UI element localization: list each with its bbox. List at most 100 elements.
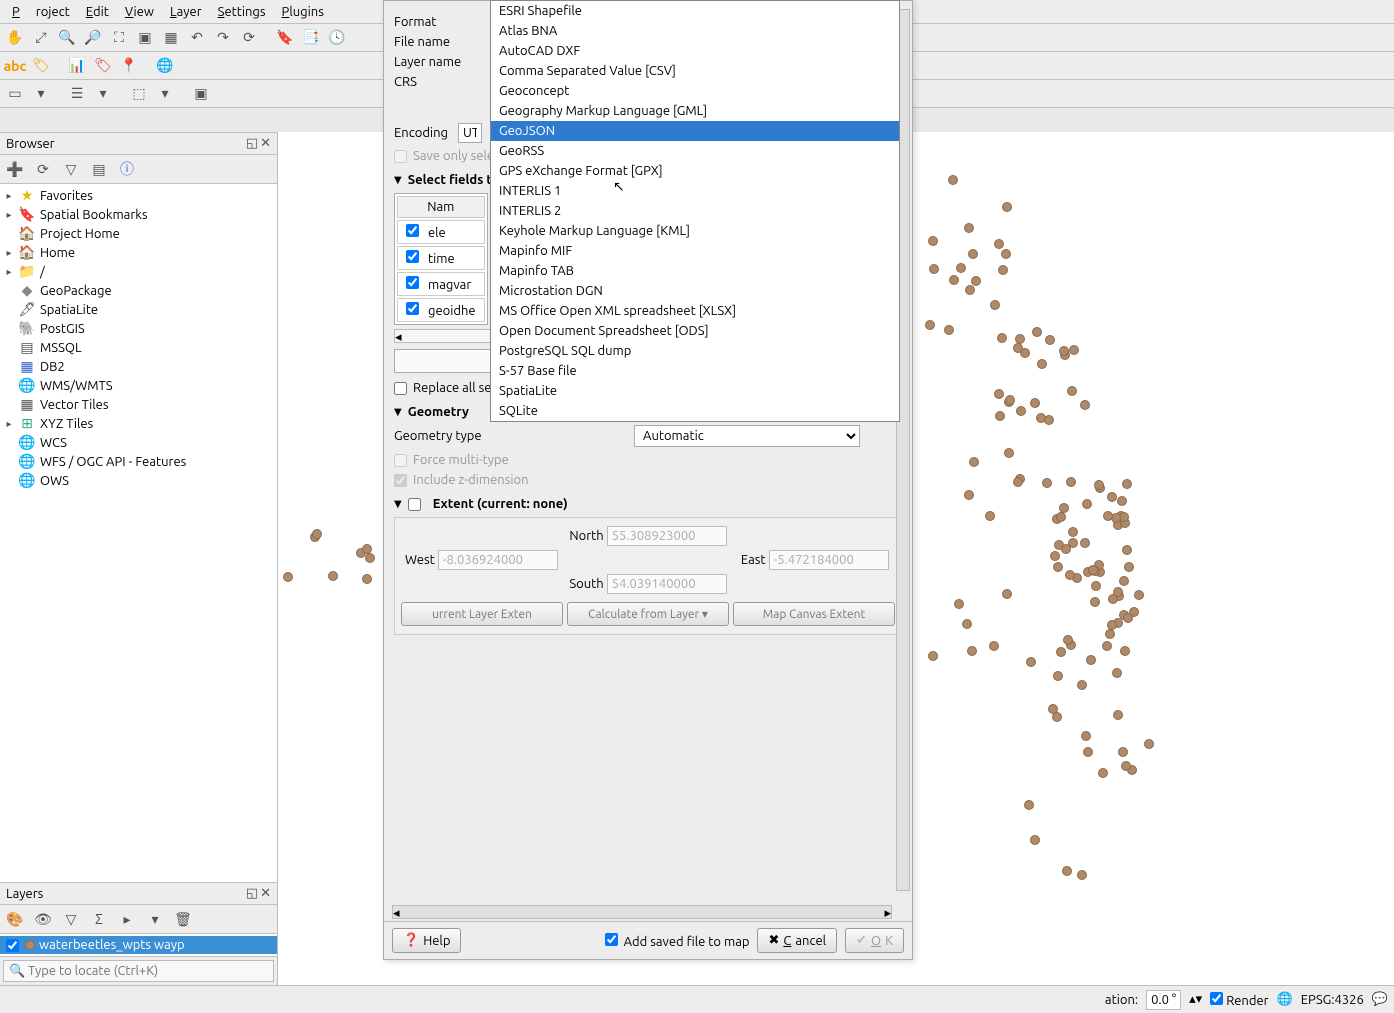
zoom-full-icon[interactable]: ⛶: [108, 27, 130, 49]
west-input[interactable]: [438, 550, 558, 570]
refresh-icon[interactable]: ⟳: [32, 158, 54, 180]
label-tool-icon[interactable]: 🏷: [30, 55, 52, 77]
select-rect-icon[interactable]: ▭: [4, 83, 26, 105]
undock-icon[interactable]: ◱: [246, 136, 258, 151]
close-icon[interactable]: ✕: [260, 136, 271, 151]
tree-item[interactable]: 🌐WMS/WMTS: [0, 376, 277, 395]
remove-layer-icon[interactable]: 🗑: [172, 908, 194, 930]
zoom-out-icon[interactable]: 🔎: [82, 27, 104, 49]
tree-item[interactable]: 🏠Project Home: [0, 224, 277, 243]
current-layer-extent-button[interactable]: urrent Layer Exten: [401, 602, 563, 626]
encoding-input[interactable]: [458, 123, 482, 143]
tree-item[interactable]: ▸★Favorites: [0, 186, 277, 205]
browser-tree[interactable]: ▸★Favorites▸🔖Spatial Bookmarks🏠Project H…: [0, 184, 277, 882]
dropdown-option[interactable]: Open Document Spreadsheet [ODS]: [491, 321, 899, 341]
filter-legend-icon[interactable]: ▽: [60, 908, 82, 930]
chevron-down-icon[interactable]: ▾: [154, 83, 176, 105]
dropdown-option[interactable]: Keyhole Markup Language [KML]: [491, 221, 899, 241]
dropdown-option[interactable]: AutoCAD DXF: [491, 41, 899, 61]
render-label[interactable]: Render: [1210, 992, 1268, 1008]
format-dropdown[interactable]: ESRI ShapefileAtlas BNAAutoCAD DXFComma …: [490, 0, 900, 422]
field-checkbox[interactable]: [406, 302, 419, 315]
properties-icon[interactable]: ⓘ: [116, 158, 138, 180]
dropdown-option[interactable]: ESRI Shapefile: [491, 1, 899, 21]
dropdown-option[interactable]: Geography Markup Language [GML]: [491, 101, 899, 121]
pan-selection-icon[interactable]: ⤢: [30, 27, 52, 49]
field-checkbox[interactable]: [406, 224, 419, 237]
select-all-icon[interactable]: ▣: [190, 83, 212, 105]
zoom-next-icon[interactable]: ↷: [212, 27, 234, 49]
calc-from-layer-button[interactable]: Calculate from Layer ▾: [567, 602, 729, 626]
dropdown-option[interactable]: S-57 Base file: [491, 361, 899, 381]
style-icon[interactable]: 🎨: [4, 908, 26, 930]
north-input[interactable]: [607, 526, 727, 546]
dropdown-option[interactable]: INTERLIS 1: [491, 181, 899, 201]
dropdown-option[interactable]: SpatiaLite: [491, 381, 899, 401]
dialog-scrollbar-h[interactable]: ◂▸: [392, 905, 892, 919]
label-pin-icon[interactable]: 📍: [118, 55, 140, 77]
messages-icon[interactable]: 💬: [1372, 992, 1388, 1007]
add-saved-label[interactable]: Add saved file to map: [605, 933, 750, 949]
select-form-icon[interactable]: ☰: [66, 83, 88, 105]
dropdown-option[interactable]: Geoconcept: [491, 81, 899, 101]
rotation-spinner[interactable]: ▴▾: [1189, 992, 1202, 1007]
south-input[interactable]: [607, 574, 727, 594]
dropdown-option[interactable]: SQLite: [491, 401, 899, 421]
tree-item[interactable]: 🐘PostGIS: [0, 319, 277, 338]
tree-item[interactable]: 🌐WFS / OGC API - Features: [0, 452, 277, 471]
menu-view[interactable]: View: [117, 3, 162, 21]
dropdown-option[interactable]: GPS eXchange Format [GPX]: [491, 161, 899, 181]
add-layer-icon[interactable]: ➕: [4, 158, 26, 180]
menu-edit[interactable]: Edit: [78, 3, 117, 21]
menu-settings[interactable]: Settings: [210, 3, 274, 21]
dropdown-option[interactable]: MS Office Open XML spreadsheet [XLSX]: [491, 301, 899, 321]
cancel-button[interactable]: ✖Cancel: [757, 928, 837, 953]
label-highlight-icon[interactable]: 🏷: [92, 55, 114, 77]
field-row[interactable]: geoidhe: [397, 298, 485, 322]
layers-tree[interactable]: waterbeetles_wpts wayp: [0, 934, 277, 956]
locator-input[interactable]: [3, 960, 274, 982]
map-canvas-extent-button[interactable]: Map Canvas Extent: [733, 602, 895, 626]
select-all-button[interactable]: [394, 349, 494, 373]
tree-item[interactable]: ▸📁/: [0, 262, 277, 281]
close-icon[interactable]: ✕: [260, 886, 271, 901]
menu-layer[interactable]: Layer: [162, 3, 210, 21]
geom-type-select[interactable]: Automatic: [634, 425, 860, 447]
replace-raw-checkbox[interactable]: [394, 382, 407, 395]
manage-themes-icon[interactable]: 👁: [32, 908, 54, 930]
crs-icon[interactable]: 🌐: [1277, 992, 1293, 1007]
crs-label[interactable]: EPSG:4326: [1301, 993, 1364, 1007]
zoom-last-icon[interactable]: ↶: [186, 27, 208, 49]
collapse-icon[interactable]: ▤: [88, 158, 110, 180]
label-icon[interactable]: abc: [4, 55, 26, 77]
new-bookmark-icon[interactable]: 🔖: [274, 27, 296, 49]
zoom-selection-icon[interactable]: ▣: [134, 27, 156, 49]
layer-visibility-checkbox[interactable]: [6, 939, 19, 952]
ok-button[interactable]: ✔OK: [845, 928, 904, 953]
extent-checkbox[interactable]: [408, 498, 421, 511]
rotation-field[interactable]: 0.0 °: [1146, 990, 1181, 1010]
dropdown-option[interactable]: Mapinfo MIF: [491, 241, 899, 261]
field-row[interactable]: time: [397, 246, 485, 270]
zoom-layer-icon[interactable]: ▦: [160, 27, 182, 49]
dropdown-option[interactable]: PostgreSQL SQL dump: [491, 341, 899, 361]
tree-item[interactable]: 🖋SpatiaLite: [0, 300, 277, 319]
deselect-icon[interactable]: ⬚: [128, 83, 150, 105]
tree-item[interactable]: ◆GeoPackage: [0, 281, 277, 300]
dropdown-option[interactable]: Microstation DGN: [491, 281, 899, 301]
tree-item[interactable]: 🌐OWS: [0, 471, 277, 490]
menu-project[interactable]: Project: [4, 3, 78, 21]
add-saved-checkbox[interactable]: [605, 933, 618, 946]
render-checkbox[interactable]: [1210, 992, 1223, 1005]
layer-row-selected[interactable]: waterbeetles_wpts wayp: [0, 936, 277, 954]
zoom-in-icon[interactable]: 🔍: [56, 27, 78, 49]
refresh-icon[interactable]: ⟳: [238, 27, 260, 49]
expression-icon[interactable]: Σ: [88, 908, 110, 930]
tree-item[interactable]: ▦Vector Tiles: [0, 395, 277, 414]
field-row[interactable]: magvar: [397, 272, 485, 296]
pan-icon[interactable]: ✋: [4, 27, 26, 49]
field-row[interactable]: ele: [397, 220, 485, 244]
globe-icon[interactable]: 🌐: [154, 55, 176, 77]
diagram-icon[interactable]: 📊: [66, 55, 88, 77]
tree-item[interactable]: ▸🏠Home: [0, 243, 277, 262]
